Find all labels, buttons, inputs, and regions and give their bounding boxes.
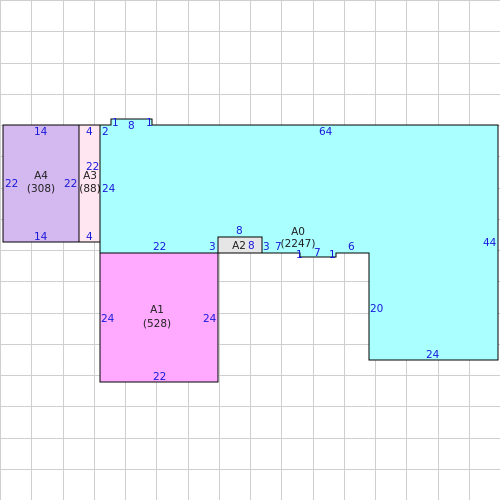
dim-a1-bottom: 22 <box>153 371 166 383</box>
dim-a0-step-b: 3 <box>263 241 270 253</box>
dim-a0-top: 64 <box>319 126 333 138</box>
dim-a0-notch-right: 1 <box>146 117 153 129</box>
dim-a0-left: 24 <box>102 183 116 195</box>
dim-a3-top: 4 <box>86 126 93 138</box>
dim-a0-notch2-right: 1 <box>329 249 336 261</box>
floor-plan: A4 (308) A3 (88) A0 (2247) A1 (528) A2 1… <box>0 0 500 500</box>
dim-a0-bottom-right: 24 <box>426 349 440 361</box>
dim-a0-notch-top: 8 <box>128 120 135 132</box>
dim-a0-step: 2 <box>102 126 109 138</box>
room-a4-area: (308) <box>27 183 55 195</box>
dim-a3-bottom: 4 <box>86 231 93 243</box>
dim-a0-notch2-bottom: 7 <box>314 247 321 259</box>
dim-a0-step-a: 3 <box>209 241 216 253</box>
dim-a1-right: 24 <box>203 313 217 325</box>
dim-a0-wing: 20 <box>370 303 383 315</box>
room-a4-name: A4 <box>34 170 48 182</box>
dim-a4-right: 22 <box>64 178 77 190</box>
dim-a1-left: 24 <box>101 313 115 325</box>
room-a1-name: A1 <box>150 304 164 316</box>
dim-a0-right: 44 <box>483 237 497 249</box>
dim-a2-top: 8 <box>236 225 243 237</box>
room-a1-area: (528) <box>143 318 171 330</box>
dim-a0-step-c: 7 <box>275 241 282 253</box>
dim-a4-top: 14 <box>34 126 48 138</box>
room-a2-name: A2 <box>232 240 246 252</box>
dim-a4-left: 22 <box>5 178 18 190</box>
dim-a0-notch-left: 1 <box>112 117 119 129</box>
dim-a3-right: 22 <box>86 161 99 173</box>
dim-a0-bottom-left: 22 <box>153 241 166 253</box>
dim-a0-notch2-left: 1 <box>296 249 303 261</box>
room-a3-area: (88) <box>79 183 101 195</box>
dim-a0-seg: 6 <box>348 241 355 253</box>
room-a0-name: A0 <box>291 226 305 238</box>
dim-a4-bottom: 14 <box>34 231 48 243</box>
dim-a2-right: 8 <box>248 240 255 252</box>
